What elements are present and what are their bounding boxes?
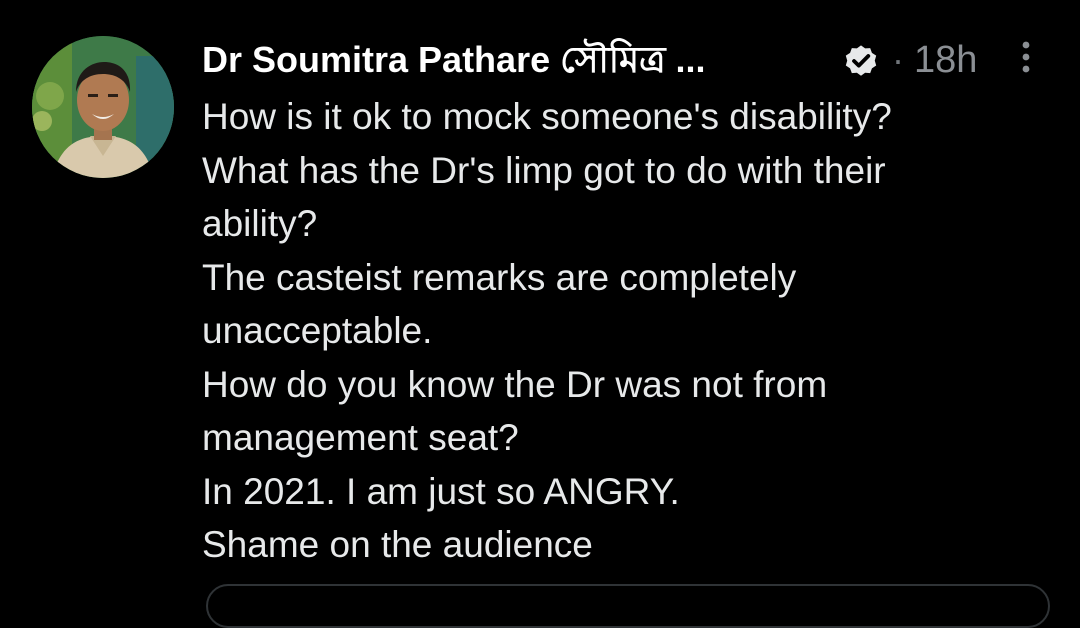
timestamp[interactable]: 18h <box>914 38 977 82</box>
tweet-text-line: What has the Dr's limp got to do with th… <box>202 149 886 191</box>
quoted-media-card[interactable] <box>206 584 1050 628</box>
tweet-text-line: In 2021. I am just so ANGRY. <box>202 470 680 512</box>
tweet[interactable]: Dr Soumitra Pathare সৌমিত্র ... · 18h Ho… <box>0 0 1080 628</box>
avatar[interactable] <box>32 36 174 178</box>
vertical-ellipsis-icon[interactable] <box>1012 36 1040 80</box>
tweet-text-line: How do you know the Dr was not from <box>202 363 828 405</box>
profile-photo-icon <box>32 36 174 178</box>
tweet-text-line: unacceptable. <box>202 310 433 351</box>
tweet-text-line: How is it ok to mock someone's disabilit… <box>202 96 892 137</box>
verified-badge-icon <box>845 45 877 76</box>
tweet-text-line: Shame on the audience <box>202 524 593 565</box>
author-display-name[interactable]: Dr Soumitra Pathare সৌমিত্র ... <box>202 38 706 82</box>
tweet-text-line: The casteist remarks are completely <box>202 256 797 298</box>
tweet-text: How is it ok to mock someone's disabilit… <box>202 90 1062 572</box>
tweet-text-line: management seat? <box>202 417 519 458</box>
meta-separator: · <box>892 39 904 80</box>
tweet-text-line: ability? <box>202 203 318 244</box>
tweet-header: Dr Soumitra Pathare সৌমিত্র ... · 18h <box>202 34 1042 86</box>
